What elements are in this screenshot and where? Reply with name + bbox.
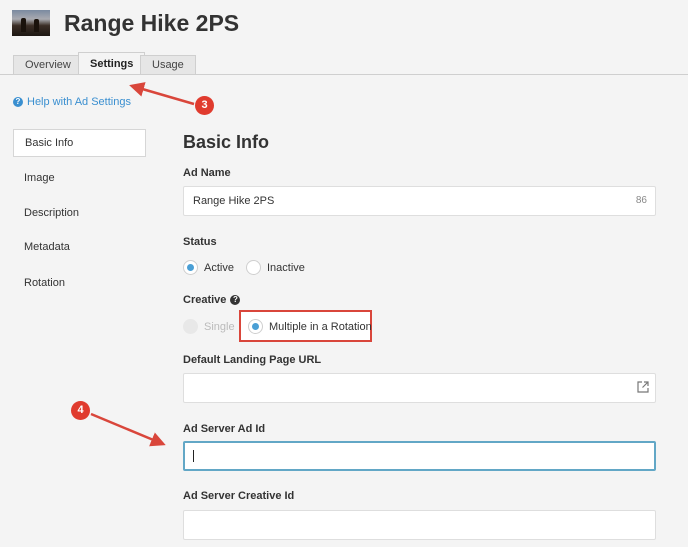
creative-label-row: Creative ?	[183, 294, 241, 306]
tab-usage[interactable]: Usage	[140, 55, 196, 74]
page-title: Range Hike 2PS	[64, 10, 240, 36]
creative-rotation-option[interactable]: Multiple in a Rotation	[248, 319, 372, 334]
ad-server-creative-id-input[interactable]	[183, 510, 656, 540]
ad-name-input[interactable]: Range Hike 2PS 86	[183, 186, 656, 216]
annotation-arrow-3	[129, 82, 195, 106]
sidebar-item-basic-info[interactable]: Basic Info	[13, 129, 146, 157]
landing-url-label: Default Landing Page URL	[183, 354, 322, 366]
annotation-arrow-4	[90, 412, 166, 447]
external-link-icon[interactable]	[637, 381, 649, 393]
creative-label: Creative	[183, 294, 227, 306]
ad-server-ad-id-input[interactable]	[183, 441, 656, 471]
annotation-badge-4: 4	[71, 401, 90, 420]
ad-name-label: Ad Name	[183, 167, 231, 179]
sidebar-item-metadata[interactable]: Metadata	[13, 233, 146, 261]
status-active-radio[interactable]	[183, 260, 198, 275]
ad-name-value: Range Hike 2PS	[193, 195, 275, 207]
ad-server-creative-id-label: Ad Server Creative Id	[183, 490, 295, 502]
section-title: Basic Info	[183, 132, 270, 152]
creative-rotation-radio[interactable]	[248, 319, 263, 334]
creative-rotation-label: Multiple in a Rotation	[269, 320, 372, 333]
status-active-label: Active	[204, 261, 234, 274]
tab-overview[interactable]: Overview	[13, 55, 83, 74]
annotation-badge-3: 3	[195, 96, 214, 115]
status-inactive-label: Inactive	[267, 261, 305, 274]
creative-single-radio[interactable]	[183, 319, 198, 334]
text-cursor	[193, 450, 194, 462]
status-label: Status	[183, 236, 217, 248]
ad-name-char-counter: 86	[635, 195, 647, 206]
creative-single-label: Single	[204, 320, 235, 333]
help-icon: ?	[13, 97, 23, 107]
status-inactive-radio[interactable]	[246, 260, 261, 275]
landing-url-input[interactable]	[183, 373, 656, 403]
help-link[interactable]: ? Help with Ad Settings	[13, 96, 131, 108]
creative-help-icon[interactable]: ?	[230, 295, 241, 305]
ad-thumbnail	[12, 10, 50, 36]
creative-single-option[interactable]: Single	[183, 319, 235, 334]
tab-divider	[0, 74, 688, 75]
tab-settings[interactable]: Settings	[78, 52, 146, 75]
sidebar-item-description[interactable]: Description	[13, 199, 146, 227]
help-link-label: Help with Ad Settings	[27, 96, 131, 108]
status-active-option[interactable]: Active	[183, 260, 234, 275]
sidebar-item-image[interactable]: Image	[13, 164, 146, 192]
status-inactive-option[interactable]: Inactive	[246, 260, 305, 275]
ad-server-ad-id-label: Ad Server Ad Id	[183, 423, 266, 435]
sidebar-item-rotation[interactable]: Rotation	[13, 269, 146, 297]
